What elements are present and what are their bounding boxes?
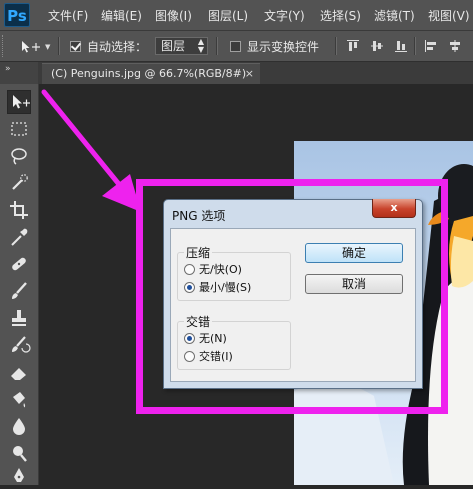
compression-smallest-slow-label: 最小/慢(S) xyxy=(199,281,252,294)
move-tool-preset-icon[interactable] xyxy=(20,40,42,54)
show-transform-checkbox[interactable] xyxy=(230,41,241,52)
crop-tool-icon[interactable] xyxy=(7,198,31,222)
auto-select-checkbox[interactable] xyxy=(70,41,81,52)
healing-brush-tool-icon[interactable] xyxy=(7,252,31,276)
align-vertical-center-icon[interactable] xyxy=(370,39,384,53)
align-left-icon[interactable] xyxy=(424,39,438,53)
options-separator xyxy=(216,37,218,55)
clone-stamp-tool-icon[interactable] xyxy=(7,306,31,330)
options-separator xyxy=(335,37,337,55)
dialog-close-button[interactable]: x xyxy=(372,199,416,218)
menu-edit[interactable]: 编辑(E) xyxy=(101,7,142,24)
tool-preset-dropdown-icon[interactable]: ▼ xyxy=(45,43,50,51)
marquee-tool-icon[interactable] xyxy=(7,117,31,141)
align-top-icon[interactable] xyxy=(346,39,360,53)
toolbox-header[interactable]: » xyxy=(0,62,38,84)
move-tool-icon[interactable] xyxy=(7,90,31,114)
options-separator xyxy=(58,37,60,55)
blur-tool-icon[interactable] xyxy=(7,414,31,438)
menu-type[interactable]: 文字(Y) xyxy=(264,7,305,24)
compression-group-label: 压缩 xyxy=(184,244,213,261)
toolbox xyxy=(0,84,39,485)
quick-select-tool-icon[interactable] xyxy=(7,171,31,195)
document-tab-title: (C) Penguins.jpg @ 66.7%(RGB/8#) xyxy=(51,67,247,80)
menu-file[interactable]: 文件(F) xyxy=(48,7,88,24)
compression-none-fast-label: 无/快(O) xyxy=(199,263,242,276)
brush-tool-icon[interactable] xyxy=(7,279,31,303)
history-brush-tool-icon[interactable] xyxy=(7,333,31,357)
compression-none-fast-radio[interactable] xyxy=(184,264,195,275)
compression-group: 压缩 无/快(O) 最小/慢(S) xyxy=(177,244,291,301)
auto-select-target-value: 图层 xyxy=(161,39,186,53)
interlace-interlaced-radio[interactable] xyxy=(184,351,195,362)
menu-layer[interactable]: 图层(L) xyxy=(208,7,248,24)
menu-image[interactable]: 图像(I) xyxy=(155,7,192,24)
options-separator xyxy=(414,37,416,55)
collapse-toolbox-icon[interactable]: » xyxy=(5,64,10,74)
document-tab-close-icon[interactable]: × xyxy=(245,64,254,84)
show-transform-label: 显示变换控件 xyxy=(247,40,320,54)
compression-smallest-slow-radio[interactable] xyxy=(184,282,195,293)
photoshop-logo: Ps xyxy=(4,3,30,27)
png-options-dialog: PNG 选项 x 压缩 无/快(O) 最小/慢(S) 交错 无(N) 交错(I)… xyxy=(163,199,423,389)
document-tab[interactable]: (C) Penguins.jpg @ 66.7%(RGB/8#) × xyxy=(42,63,260,84)
menu-view[interactable]: 视图(V) xyxy=(428,7,470,24)
pen-tool-icon[interactable] xyxy=(7,465,31,489)
interlace-group: 交错 无(N) 交错(I) xyxy=(177,313,291,370)
menu-bar: Ps 文件(F) 编辑(E) 图像(I) 图层(L) 文字(Y) 选择(S) 滤… xyxy=(0,0,473,31)
dropdown-arrows-icon: ▲ ▼ xyxy=(197,37,204,54)
align-bottom-icon[interactable] xyxy=(394,39,408,53)
menu-select[interactable]: 选择(S) xyxy=(320,7,361,24)
lasso-tool-icon[interactable] xyxy=(7,144,31,168)
dialog-title: PNG 选项 xyxy=(172,209,226,223)
eraser-tool-icon[interactable] xyxy=(7,360,31,384)
dodge-tool-icon[interactable] xyxy=(7,441,31,465)
interlace-none-label: 无(N) xyxy=(199,332,227,345)
options-bar: ▼ 自动选择： 图层 ▲ ▼ 显示变换控件 xyxy=(0,31,473,62)
eyedropper-tool-icon[interactable] xyxy=(7,225,31,249)
interlace-interlaced-label: 交错(I) xyxy=(199,350,233,363)
ok-button[interactable]: 确定 xyxy=(305,243,403,263)
auto-select-target-dropdown[interactable]: 图层 ▲ ▼ xyxy=(155,37,208,55)
interlace-group-label: 交错 xyxy=(184,313,213,330)
align-horizontal-center-icon[interactable] xyxy=(448,39,462,53)
auto-select-label: 自动选择： xyxy=(87,40,148,54)
options-grip xyxy=(2,35,6,57)
gradient-tool-icon[interactable] xyxy=(7,387,31,411)
cancel-button[interactable]: 取消 xyxy=(305,274,403,294)
interlace-none-radio[interactable] xyxy=(184,333,195,344)
menu-filter[interactable]: 滤镜(T) xyxy=(374,7,415,24)
dialog-body: 压缩 无/快(O) 最小/慢(S) 交错 无(N) 交错(I) 确定 取消 xyxy=(170,228,416,382)
